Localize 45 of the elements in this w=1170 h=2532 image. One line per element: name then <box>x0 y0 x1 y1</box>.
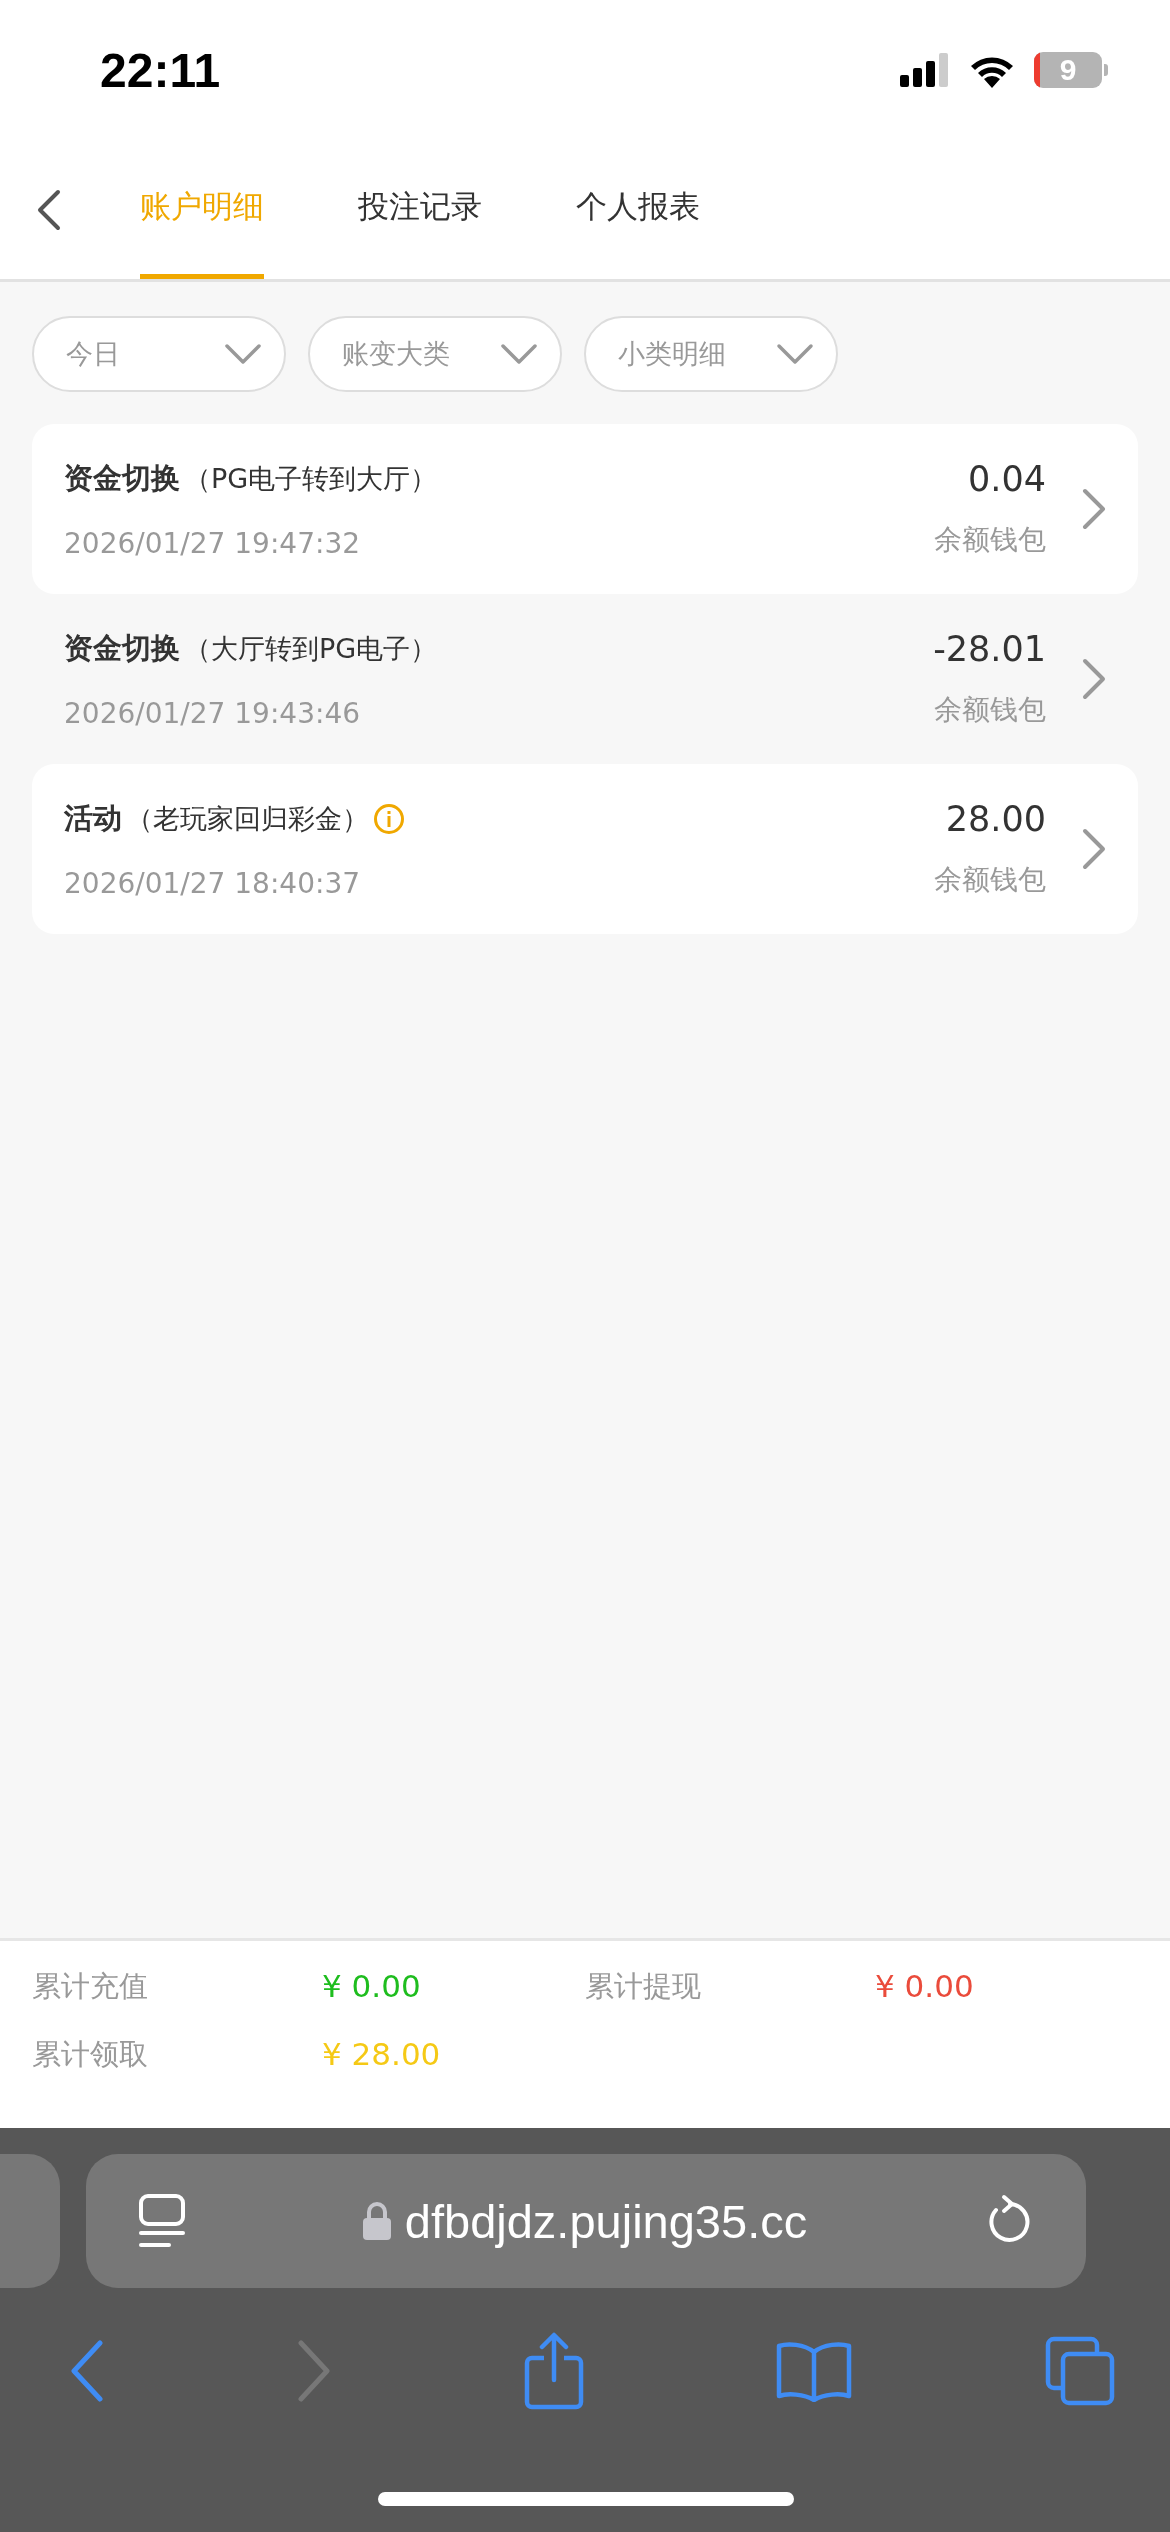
record-type: 活动 <box>64 799 122 837</box>
record-type: 资金切换 <box>64 629 180 667</box>
record-row[interactable]: 资金切换（大厅转到PG电子） 2026/01/27 19:43:46 -28.01 余额钱包 <box>32 594 1138 764</box>
summary-value: ¥ 0.00 <box>875 1967 975 2006</box>
status-time: 22:11 <box>100 42 221 98</box>
record-time: 2026/01/27 19:47:32 <box>64 526 362 560</box>
record-time: 2026/01/27 18:40:37 <box>64 866 362 900</box>
lock-icon <box>362 2201 391 2241</box>
record-detail: （老玩家回归彩金） <box>126 801 369 836</box>
chevron-down-icon <box>776 343 814 365</box>
record-amount: -28.01 <box>933 629 1046 669</box>
wallet-label: 余额钱包 <box>934 692 1046 728</box>
record-amount: 0.04 <box>968 459 1046 499</box>
bookmarks-icon[interactable] <box>776 2340 853 2402</box>
record-row[interactable]: 活动（老玩家回归彩金） 2026/01/27 18:40:37 28.00 余额钱包 <box>32 764 1138 934</box>
tab[interactable]: 投注记录 <box>358 140 482 279</box>
record-amount: 28.00 <box>945 799 1046 839</box>
wallet-label: 余额钱包 <box>934 522 1046 558</box>
chevron-down-icon <box>224 343 262 365</box>
tab[interactable]: 个人报表 <box>576 140 700 279</box>
chevron-down-icon <box>500 343 538 365</box>
reader-icon[interactable] <box>138 2193 186 2249</box>
signal-icon <box>900 53 950 87</box>
summary-label: 累计充值 <box>32 1968 149 2005</box>
address-bar[interactable]: dfbdjdz.pujing35.cc <box>86 2154 1086 2288</box>
summary-label: 累计提现 <box>585 1968 702 2005</box>
url-text: dfbdjdz.pujing35.cc <box>404 2193 808 2249</box>
summary-value: ¥ 0.00 <box>322 1967 422 2006</box>
chevron-right-icon <box>1082 658 1106 700</box>
record-detail: （PG电子转到大厅） <box>184 461 438 496</box>
back-icon[interactable] <box>36 188 62 231</box>
chevron-right-icon <box>1082 488 1106 530</box>
summary-label: 累计领取 <box>32 2036 149 2073</box>
record-type: 资金切换 <box>64 459 180 497</box>
info-icon[interactable] <box>373 802 405 835</box>
share-icon[interactable] <box>523 2332 584 2410</box>
record-time: 2026/01/27 19:43:46 <box>64 696 362 730</box>
summary-value: ¥ 28.00 <box>322 2035 442 2074</box>
record-detail: （大厅转到PG电子） <box>184 631 438 666</box>
chevron-right-icon <box>1082 828 1106 870</box>
wallet-label: 余额钱包 <box>934 862 1046 898</box>
previous-tab-pill[interactable] <box>0 2154 60 2288</box>
forward-icon[interactable] <box>296 2340 331 2402</box>
tabs-icon[interactable] <box>1045 2336 1115 2406</box>
record-row[interactable]: 资金切换（PG电子转到大厅） 2026/01/27 19:47:32 0.04 余额钱包 <box>32 424 1138 594</box>
